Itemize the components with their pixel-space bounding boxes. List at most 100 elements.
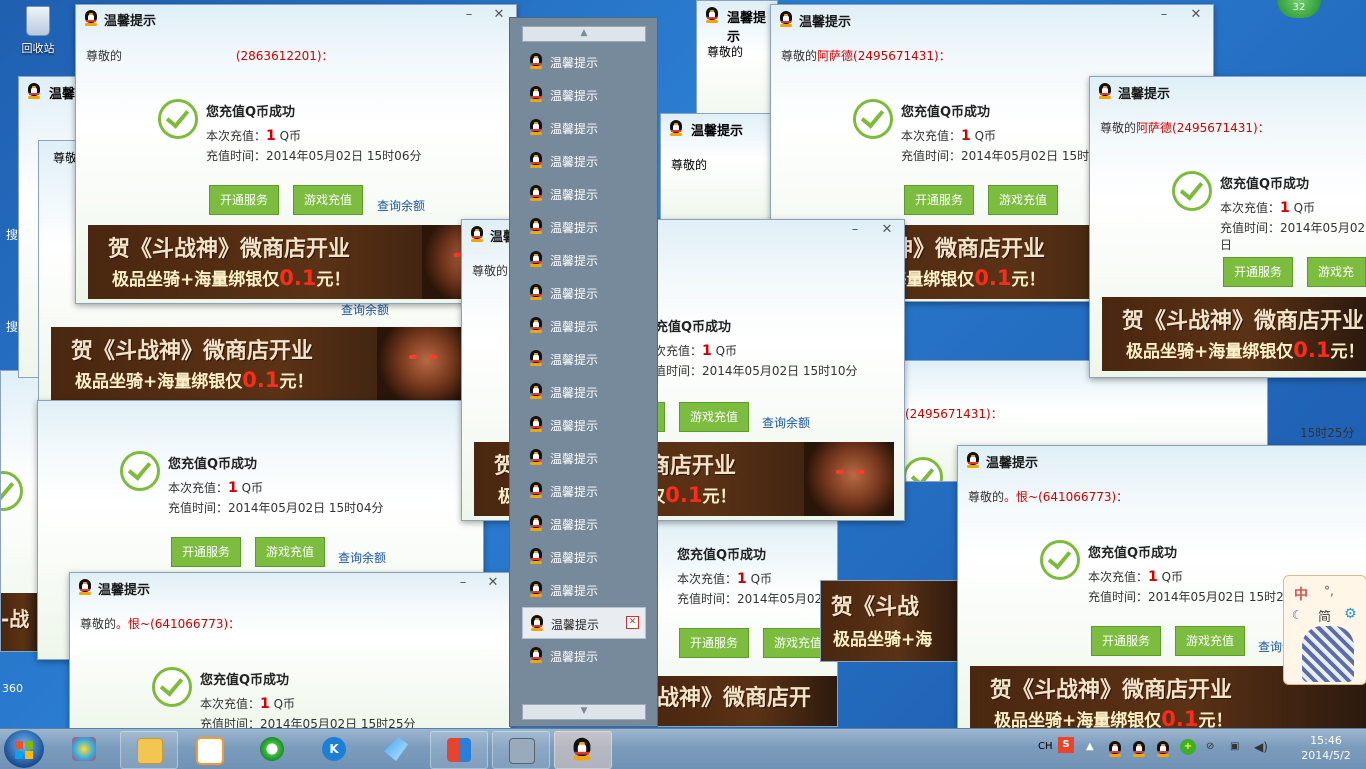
open-service-button[interactable]: 开通服务 bbox=[1223, 257, 1294, 287]
recycle-bin-icon[interactable]: 回收站 bbox=[6, 6, 70, 56]
ime-mode-chinese[interactable]: 中 bbox=[1294, 584, 1308, 604]
open-service-button[interactable]: 开通服务 bbox=[679, 628, 750, 658]
notification-list-item[interactable]: 温馨提示 bbox=[522, 640, 644, 670]
taskbar-bird-icon[interactable] bbox=[368, 731, 424, 767]
close-button[interactable]: ✕ bbox=[878, 223, 896, 239]
notification-list-item[interactable]: 温馨提示 bbox=[522, 343, 644, 373]
qq-penguin-icon bbox=[669, 120, 683, 136]
taskbar-kugou-icon[interactable]: K bbox=[306, 731, 362, 767]
game-recharge-button[interactable]: 游戏充值 bbox=[1307, 257, 1366, 307]
notification-list-item[interactable]: 温馨提示 bbox=[522, 211, 644, 241]
notification-list-item[interactable]: 温馨提示 bbox=[522, 409, 644, 439]
promo-banner[interactable]: 贺《斗战神》微商店开业 极品坐骑+海量绑银仅0.1元！ bbox=[1102, 297, 1366, 371]
taskbar-qq-icon[interactable] bbox=[554, 731, 612, 769]
promo-banner[interactable]: 贺《斗战神》微商店开业 极品坐骑+海量绑银仅0.1元！ bbox=[88, 225, 512, 299]
taskbar-app-360-icon[interactable] bbox=[56, 731, 112, 767]
popup-window-g[interactable]: 温馨提示 尊敬的阿萨德(2495671431)： 您充值Q币成功 本次充值：1 … bbox=[1089, 76, 1366, 378]
minimize-button[interactable]: – bbox=[454, 576, 472, 592]
scroll-down-button[interactable]: ▼ bbox=[522, 704, 646, 720]
tray-volume-icon[interactable]: ◀) bbox=[1254, 740, 1268, 754]
tray-network-icon[interactable]: ⊘ bbox=[1206, 741, 1214, 752]
notification-list-item[interactable]: 温馨提示 bbox=[522, 112, 644, 142]
notification-list-item[interactable]: 温馨提示 bbox=[522, 376, 644, 406]
window-title: 温馨提示 bbox=[1118, 87, 1171, 102]
popup-window-bg-lower-center[interactable]: 您充值Q币成功 本次充值：1 Q币 充值时间：2014年05月02日 开通服务 … bbox=[656, 515, 838, 727]
ime-punctuation[interactable]: °, bbox=[1324, 584, 1334, 598]
query-balance-link[interactable]: 查询余额 bbox=[377, 197, 425, 214]
popup-window-bg-left[interactable]: -战 bbox=[0, 370, 42, 652]
notification-list-item[interactable]: 温馨提示 bbox=[522, 508, 644, 538]
promo-banner[interactable]: 贺《斗战 极品坐骑+海 bbox=[821, 581, 961, 661]
notification-list-item[interactable]: 温馨提示 bbox=[522, 310, 644, 340]
query-balance-link[interactable]: 查询余额 bbox=[338, 549, 386, 566]
promo-banner[interactable]: 战神》微商店开 bbox=[657, 676, 837, 726]
notification-list-panel[interactable]: ▲ 温馨提示 温馨提示 温馨提示 温馨提示 温馨提示 温馨提示 温馨提示 温馨提示 温馨提示 温馨… bbox=[509, 17, 658, 727]
taskbar-clock[interactable]: 15:46 2014/5/2 bbox=[1296, 733, 1356, 763]
game-recharge-button[interactable]: 游戏充值 bbox=[1175, 626, 1246, 656]
notification-list-item-label: 温馨提示 bbox=[550, 518, 599, 532]
notification-list-item-label: 温馨提示 bbox=[550, 353, 599, 367]
qq-penguin-icon bbox=[966, 452, 980, 468]
notification-list-item[interactable]: 温馨提示 bbox=[522, 541, 644, 571]
tray-360-guard-icon[interactable]: + bbox=[1180, 739, 1196, 755]
close-button[interactable]: ✕ bbox=[1187, 8, 1205, 24]
promo-banner[interactable]: 贺《斗战神》微商店开业 极品坐骑+海量绑银仅0.1元！ bbox=[51, 327, 467, 401]
tray-language-indicator[interactable]: CH bbox=[1038, 741, 1053, 752]
notification-list-item[interactable]: 温馨提示 bbox=[522, 574, 644, 604]
taskbar-ie-icon[interactable] bbox=[244, 731, 300, 767]
game-recharge-button[interactable]: 游戏充值 bbox=[293, 185, 364, 215]
popup-window-d[interactable]: 温馨提示 – ✕ 尊敬的。恨~(641066773)： 您充值Q币成功 本次充值… bbox=[69, 572, 511, 734]
notification-list-item[interactable]: 温馨提示 bbox=[522, 442, 644, 472]
minimize-button[interactable]: – bbox=[846, 223, 864, 239]
open-service-button[interactable]: 开通服务 bbox=[209, 185, 280, 215]
notification-list-item[interactable]: 温馨提示 bbox=[522, 178, 644, 208]
close-button[interactable]: ✕ bbox=[484, 576, 502, 592]
notification-list-item[interactable]: 温馨提示 bbox=[522, 79, 644, 109]
game-recharge-button[interactable]: 游戏充值 bbox=[679, 402, 750, 432]
tray-qq-icon[interactable] bbox=[1108, 741, 1122, 757]
qq-penguin-icon bbox=[779, 11, 793, 27]
notification-list-item[interactable]: 温馨提示 bbox=[522, 475, 644, 505]
banner-headline-fragment: 战神》微商店开 bbox=[657, 686, 812, 711]
tray-display-icon[interactable]: ▣ bbox=[1230, 741, 1239, 752]
notification-list-item[interactable]: 温馨提示 bbox=[522, 145, 644, 175]
taskbar-explorer-icon[interactable] bbox=[120, 731, 178, 769]
popup-window-bg-lower-middle[interactable]: 贺《斗战 极品坐骑+海 bbox=[820, 580, 962, 662]
query-balance-link[interactable]: 查询余额 bbox=[762, 414, 810, 431]
minimize-button[interactable]: – bbox=[460, 8, 478, 24]
game-recharge-button[interactable]: 游戏充值 bbox=[255, 537, 326, 567]
notification-list-item-label: 温馨提示 bbox=[550, 485, 599, 499]
notification-list-item-label: 温馨提示 bbox=[550, 89, 599, 103]
amount-line: 本次充值：1 Q币 bbox=[168, 480, 264, 496]
start-button[interactable] bbox=[4, 730, 44, 768]
tray-qq-icon[interactable] bbox=[1132, 741, 1146, 757]
notification-list-item[interactable]: 温馨提示 ✕ bbox=[522, 607, 646, 639]
notification-list-item[interactable]: 温馨提示 bbox=[522, 46, 644, 76]
open-service-button[interactable]: 开通服务 bbox=[1091, 626, 1162, 656]
popup-window-bg-mid[interactable]: 温馨提示 尊敬的 bbox=[660, 113, 782, 225]
scroll-up-button[interactable]: ▲ bbox=[522, 26, 646, 42]
qq-penguin-icon bbox=[470, 226, 484, 242]
tray-qq-icon[interactable] bbox=[1156, 741, 1170, 757]
qq-penguin-icon bbox=[705, 7, 719, 23]
popup-window-a[interactable]: 温馨提示 – ✕ 尊敬的 (2863612201)： 您充值Q币成功 本次充值：… bbox=[75, 4, 517, 304]
ime-mode-simplified[interactable]: 简 bbox=[1318, 606, 1331, 625]
close-icon[interactable]: ✕ bbox=[626, 616, 639, 629]
ime-widget[interactable]: 中 °, 简 ☾ ⚙ bbox=[1283, 575, 1366, 685]
qq-penguin-icon bbox=[529, 218, 543, 234]
notification-list-item[interactable]: 温馨提示 bbox=[522, 244, 644, 274]
game-recharge-button[interactable]: 游戏充值 bbox=[988, 185, 1059, 215]
gear-icon[interactable]: ⚙ bbox=[1344, 606, 1357, 622]
notification-badge[interactable]: 32 bbox=[1277, 0, 1321, 18]
open-service-button[interactable]: 开通服务 bbox=[904, 185, 975, 215]
tray-sogou-icon[interactable]: S bbox=[1058, 737, 1074, 753]
notification-list-item[interactable]: 温馨提示 bbox=[522, 277, 644, 307]
minimize-button[interactable]: – bbox=[1155, 8, 1173, 24]
promo-banner[interactable]: -战 bbox=[1, 593, 41, 651]
open-service-button[interactable]: 开通服务 bbox=[171, 537, 242, 567]
taskbar-device-icon[interactable] bbox=[492, 731, 550, 769]
taskbar-media-player-icon[interactable] bbox=[180, 731, 236, 767]
close-button[interactable]: ✕ bbox=[490, 8, 508, 24]
tray-expand-icon[interactable]: ▲ bbox=[1086, 741, 1094, 752]
taskbar-office-icon[interactable] bbox=[430, 731, 488, 769]
